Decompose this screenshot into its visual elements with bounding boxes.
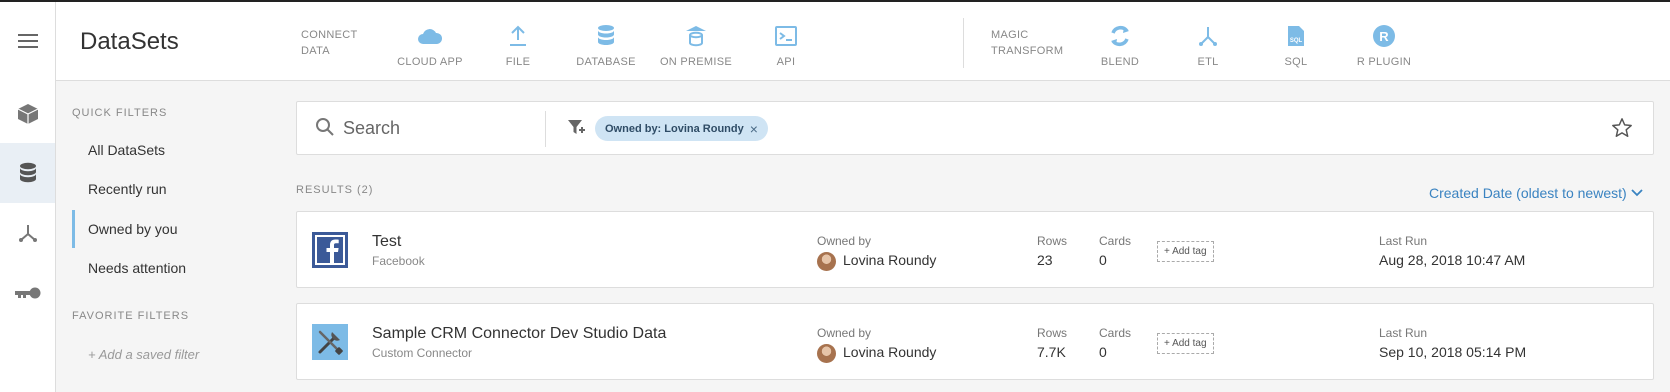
header-divider: [963, 18, 964, 68]
etl-icon: [1199, 27, 1217, 46]
connect-data-label: CONNECT DATA: [301, 29, 358, 57]
blend-icon: [1111, 26, 1129, 46]
key-icon: [14, 287, 40, 299]
dataset-name[interactable]: Sample CRM Connector Dev Studio Data: [372, 325, 666, 343]
sql-button[interactable]: SQL SQL: [1256, 22, 1336, 68]
owned-by-label: Owned by: [817, 234, 872, 248]
dataset-row[interactable]: Test Facebook Owned by Lovina Roundy Row…: [296, 211, 1654, 288]
filter-recently-run[interactable]: Recently run: [72, 170, 268, 208]
avatar: [817, 344, 836, 363]
search-divider: [545, 111, 546, 147]
owner-filter-chip[interactable]: Owned by: Lovina Roundy ×: [595, 116, 768, 141]
chevron-down-icon: [1631, 189, 1643, 197]
avatar: [817, 252, 836, 271]
cards-label: Cards: [1099, 326, 1132, 340]
dataset-type: Facebook: [372, 254, 425, 268]
file-button[interactable]: FILE: [478, 22, 558, 68]
sort-dropdown[interactable]: Created Date (oldest to newest): [1429, 185, 1643, 201]
search-bar: Owned by: Lovina Roundy ×: [296, 101, 1654, 155]
sql-icon: SQL: [1288, 26, 1304, 46]
filter-add-icon[interactable]: [567, 118, 587, 138]
rail-cards-button[interactable]: [0, 85, 55, 143]
quick-filters-heading: QUICK FILTERS: [72, 107, 168, 119]
blend-button[interactable]: BLEND: [1080, 22, 1160, 68]
r-plugin-button[interactable]: R R PLUGIN: [1344, 22, 1424, 68]
star-icon[interactable]: [1611, 117, 1633, 139]
page-title: DataSets: [80, 28, 179, 55]
cloud-icon: [418, 29, 443, 44]
etl-button[interactable]: ETL: [1168, 22, 1248, 68]
rail-datasets-button[interactable]: [0, 143, 55, 203]
results-count: RESULTS (2): [296, 184, 374, 196]
api-button[interactable]: API: [746, 22, 826, 68]
cards-value: 0: [1099, 252, 1107, 268]
owner-name[interactable]: Lovina Roundy: [843, 252, 936, 268]
filter-all-datasets[interactable]: All DataSets: [72, 131, 268, 169]
upload-icon: [510, 25, 526, 46]
last-run-label: Last Run: [1379, 326, 1428, 340]
dataset-name[interactable]: Test: [372, 233, 401, 251]
add-tag-button[interactable]: + Add tag: [1157, 241, 1214, 262]
chip-label: Owned by: Lovina Roundy: [605, 122, 744, 135]
last-run-value: Aug 28, 2018 10:47 AM: [1379, 252, 1526, 268]
database-icon: [598, 25, 614, 45]
owned-by-label: Owned by: [817, 326, 872, 340]
database-button[interactable]: DATABASE: [566, 22, 646, 68]
database-icon: [19, 162, 36, 183]
last-run-value: Sep 10, 2018 05:14 PM: [1379, 344, 1527, 360]
menu-button[interactable]: [0, 12, 55, 70]
page-header: DataSets CONNECT DATA CLOUD APP FILE DAT…: [56, 2, 1670, 81]
svg-text:R: R: [1379, 29, 1389, 44]
search-icon: [316, 118, 334, 136]
svg-text:SQL: SQL: [1290, 38, 1303, 44]
rows-label: Rows: [1037, 326, 1068, 340]
on-premise-button[interactable]: ON PREMISE: [656, 22, 736, 68]
filter-needs-attention[interactable]: Needs attention: [72, 249, 268, 287]
terminal-icon: [775, 26, 797, 46]
cards-value: 0: [1099, 344, 1107, 360]
r-plugin-icon: R: [1373, 25, 1395, 47]
magic-transform-label: MAGIC TRANSFORM: [991, 29, 1064, 57]
menu-icon: [17, 34, 38, 48]
cube-icon: [17, 104, 38, 124]
dataset-row[interactable]: Sample CRM Connector Dev Studio Data Cus…: [296, 303, 1654, 380]
on-premise-icon: [686, 26, 706, 47]
chip-close-icon[interactable]: ×: [750, 122, 758, 136]
filter-owned-by-you[interactable]: Owned by you: [72, 210, 268, 248]
facebook-icon: [312, 232, 348, 268]
last-run-label: Last Run: [1379, 234, 1428, 248]
dataflow-icon: [18, 225, 37, 242]
left-rail: [0, 2, 56, 392]
owner-name[interactable]: Lovina Roundy: [843, 344, 936, 360]
rows-value: 23: [1037, 252, 1053, 268]
cloud-app-button[interactable]: CLOUD APP: [390, 22, 470, 68]
filters-sidebar: QUICK FILTERS All DataSets Recently run …: [56, 82, 276, 392]
dataset-type: Custom Connector: [372, 346, 473, 360]
rows-value: 7.7K: [1037, 344, 1066, 360]
add-saved-filter-link[interactable]: + Add a saved filter: [88, 347, 199, 362]
rail-accounts-button[interactable]: [0, 264, 55, 322]
sort-label: Created Date (oldest to newest): [1429, 185, 1627, 201]
rows-label: Rows: [1037, 234, 1068, 248]
cards-label: Cards: [1099, 234, 1132, 248]
search-input[interactable]: [343, 112, 523, 144]
add-tag-button[interactable]: + Add tag: [1157, 333, 1214, 354]
tools-icon: [312, 324, 348, 360]
rail-dataflows-button[interactable]: [0, 204, 55, 262]
favorite-filters-heading: FAVORITE FILTERS: [72, 310, 190, 322]
